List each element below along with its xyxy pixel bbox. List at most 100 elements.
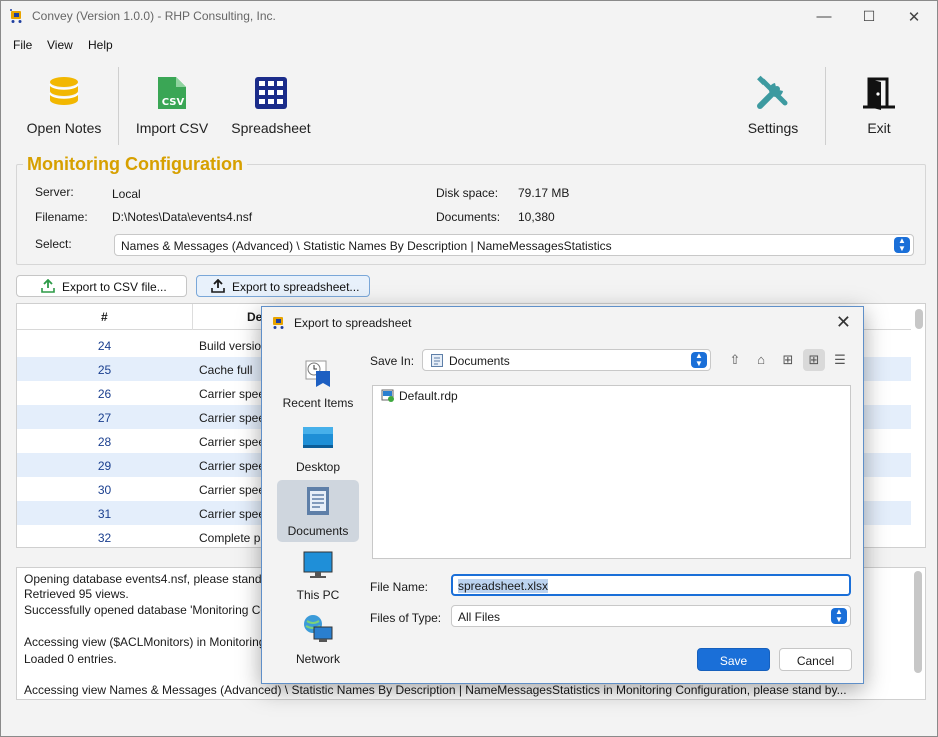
documents-value: 10,380 [518,210,555,224]
import-csv-button[interactable]: CSV Import CSV [133,67,211,143]
column-divider [192,304,193,330]
menu-file[interactable]: File [13,38,32,52]
column-header-number[interactable]: # [101,310,108,324]
settings-label: Settings [747,120,799,136]
csv-badge-text: CSV [162,97,185,108]
save-in-label: Save In: [370,354,415,368]
log-line: Accessing view ($ACLMonitors) in Monitor… [24,635,266,649]
spreadsheet-button[interactable]: Spreadsheet [231,67,311,143]
settings-button[interactable]: Settings [743,67,803,143]
menu-view[interactable]: View [47,38,73,52]
server-value: Local [112,187,141,201]
places-bar: Recent Items Desktop Documents This PC N… [277,352,359,672]
log-scrollbar-thumb[interactable] [914,571,922,673]
spreadsheet-grid-icon [255,77,287,109]
log-line: Successfully opened database 'Monitoring… [24,603,268,617]
toolbar: Open Notes CSV Import CSV Spreadsheet Se… [1,61,937,149]
dialog-close-icon[interactable]: ✕ [836,312,851,333]
disk-space-label: Disk space: [436,186,499,200]
row-description: Cache full [199,363,253,377]
file-list: Default.rdp [372,385,851,559]
save-in-value: Documents [449,354,510,368]
remote-desktop-file-icon [381,389,394,402]
up-folder-icon[interactable]: ⇧ [726,351,744,369]
filename-label: Filename: [35,210,88,224]
select-spinner-icon: ▲ ▼ [831,608,847,624]
server-label: Server: [35,185,74,199]
log-line: Opening database events4.nsf, please sta… [24,572,272,586]
config-legend: Monitoring Configuration [23,154,247,175]
save-in-select[interactable]: Documents ▲ ▼ [422,349,711,371]
row-description: Build version [199,339,268,353]
place-label: Documents [287,524,349,538]
computer-icon [303,551,333,578]
home-icon[interactable]: ⌂ [752,351,770,369]
table-scrollbar-thumb[interactable] [915,309,923,329]
file-type-select[interactable]: All Files ▲ ▼ [451,605,851,627]
row-number: 28 [97,435,112,449]
row-number: 31 [97,507,112,521]
exit-label: Exit [867,120,891,136]
menu-bar: File View Help [1,33,937,57]
file-item[interactable]: Default.rdp [381,389,458,403]
export-csv-label: Export to CSV file... [62,280,167,294]
documents-icon [307,487,329,515]
toolbar-divider [118,67,119,145]
network-icon [304,615,333,642]
spreadsheet-label: Spreadsheet [231,120,311,136]
minimize-button[interactable]: — [801,1,847,32]
place-documents[interactable]: Documents [277,480,359,542]
new-folder-icon[interactable]: ⊞ [779,351,797,369]
exit-button[interactable]: Exit [853,67,905,143]
place-this-pc[interactable]: This PC [277,544,359,606]
place-desktop[interactable]: Desktop [277,416,359,478]
export-spreadsheet-label: Export to spreadsheet... [232,280,360,294]
view-select[interactable]: Names & Messages (Advanced) \ Statistic … [114,234,914,256]
export-csv-button[interactable]: Export to CSV file... [16,275,187,297]
menu-help[interactable]: Help [88,38,113,52]
file-name-input-value: spreadsheet.xlsx [458,579,549,593]
view-select-value: Names & Messages (Advanced) \ Statistic … [121,239,612,253]
row-number: 25 [97,363,112,377]
file-name: Default.rdp [399,389,458,403]
cart-icon [10,9,22,23]
log-line: Loaded 0 entries. [24,652,117,666]
maximize-button[interactable]: ☐ [846,1,892,32]
row-number: 30 [97,483,112,497]
toolbar-divider [825,67,826,145]
place-recent-items[interactable]: Recent Items [277,352,359,414]
row-number: 27 [97,411,112,425]
place-network[interactable]: Network [277,608,359,670]
list-view-icon[interactable]: ⊞ [803,349,825,371]
cancel-button[interactable]: Cancel [779,648,852,671]
select-label: Select: [35,237,72,251]
open-notes-button[interactable]: Open Notes [23,67,105,143]
disk-space-value: 79.17 MB [518,186,570,200]
select-spinner-icon: ▲ ▼ [691,352,707,368]
save-button[interactable]: Save [697,648,770,671]
row-number: 26 [97,387,112,401]
place-label: Desktop [295,460,341,474]
documents-label: Documents: [436,210,501,224]
row-number: 29 [97,459,112,473]
place-label: Recent Items [282,396,354,410]
dialog-title: Export to spreadsheet [294,316,412,330]
place-label: Network [295,652,340,666]
export-spreadsheet-button[interactable]: Export to spreadsheet... [196,275,370,297]
recent-items-icon [305,360,330,387]
csv-file-icon: CSV [158,77,186,109]
log-line: Accessing view Names & Messages (Advance… [24,683,847,697]
database-icon [49,77,79,105]
monitoring-config-group: Monitoring Configuration Server: Local F… [16,154,926,265]
import-csv-label: Import CSV [135,120,209,136]
file-name-input[interactable]: spreadsheet.xlsx [451,574,851,596]
row-number: 32 [97,531,112,545]
file-type-value: All Files [458,610,501,624]
log-line: Retrieved 95 views. [24,587,129,601]
select-spinner-icon: ▲ ▼ [894,237,910,253]
desktop-icon [303,427,333,448]
close-button[interactable]: ✕ [891,1,937,32]
documents-small-icon [431,354,443,367]
file-name-label: File Name: [370,580,429,594]
details-view-icon[interactable]: ☰ [831,351,849,369]
